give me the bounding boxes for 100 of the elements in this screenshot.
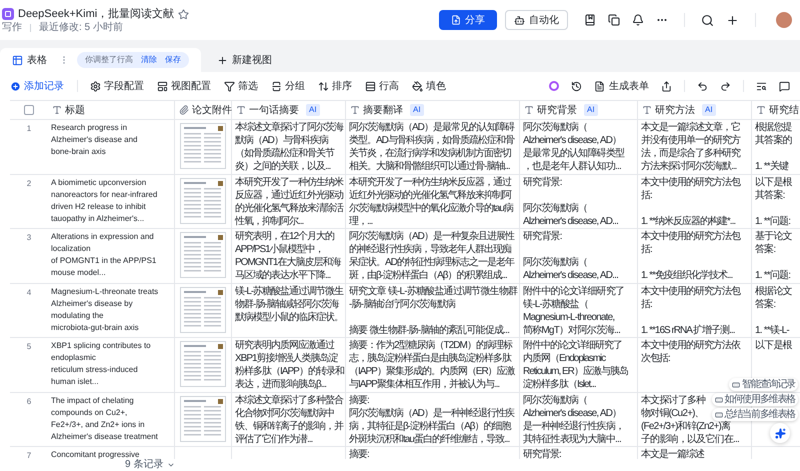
share-icon[interactable] (661, 80, 672, 92)
cell-text-line: 研究文章 镁-L-苏糖酸盐通过调节微生物群 (349, 284, 518, 298)
ai-badge: AI (306, 104, 320, 116)
undo-icon[interactable] (697, 80, 708, 92)
bookmark-icon[interactable] (584, 14, 596, 26)
title-cell-text: Research progress in Alzheimer's disease and bone-brain axis (51, 122, 138, 158)
ai-badge: AI (584, 104, 598, 116)
save-link[interactable]: 保存 (165, 54, 181, 66)
generate-form-button[interactable]: 生成表单 (594, 78, 649, 94)
title-cell-text: XBP1 splicing contributes to endoplasmic reticulum stress-induced human islet... (51, 340, 152, 388)
cell-text-line: 阿尔茨海默病（ (523, 256, 588, 269)
row-number: 6 (26, 396, 32, 408)
table-cell-text: 本文是一篇综述 (641, 448, 706, 459)
row-number: 7 (26, 450, 32, 459)
toolbar-button[interactable]: 排序 (318, 78, 352, 94)
layout-icon (157, 80, 168, 92)
table-cell-text: 阿尔茨海默病（AD）是一种复杂且进展性的神经退行性疾病，导致老年人群出现痴呆症状。AD的特征性病理标志之一是老年斑，由β-淀粉样蛋白（Aβ）的积累组成... (349, 230, 516, 282)
assistant-button[interactable] (770, 423, 790, 443)
row-number: 4 (26, 286, 32, 298)
text-field-icon (756, 105, 766, 115)
column-header[interactable]: 研究背景 (537, 102, 577, 118)
toolbar-button[interactable]: 填色 (412, 78, 446, 94)
cell-text-line: 附件中的论文详细研究了 (523, 284, 624, 298)
view-tab[interactable]: 表格 (12, 52, 47, 68)
document-thumbnail-drawing (180, 396, 226, 442)
cell-text-line: 子的影响，以及它们在... (641, 432, 739, 446)
plus-icon[interactable] (726, 14, 739, 26)
new-view-button[interactable]: 新建视图 (217, 48, 272, 72)
toolbar-button[interactable]: 筛选 (224, 78, 258, 94)
last-modified-text: 最近修改: 5 小时前 (39, 22, 123, 34)
column-header[interactable]: 论文附件 (192, 102, 232, 118)
automation-button[interactable]: 自动化 (505, 10, 568, 30)
cell-text-line: 摘要 微生物群-肠-脑轴的紊乱可能促成... (349, 324, 510, 336)
assistant-suggestion[interactable]: 总结当前多维表格 (712, 408, 798, 421)
rows-icon (365, 80, 376, 92)
form-icon (594, 80, 605, 92)
assistant-suggestion[interactable]: 如何使用多维表格 (712, 393, 798, 406)
table-cell-text: 本文中使用的研究方法包括: 1. **免疫组织化学技术... (641, 230, 742, 282)
toolbar-button[interactable]: 字段配置 (90, 78, 144, 94)
cell-text-line: 以下是根 (755, 339, 792, 352)
copy-icon[interactable] (608, 14, 620, 26)
cell-text-line: 1. **问题: (755, 214, 790, 228)
toolbar-button[interactable]: 行高 (365, 78, 399, 94)
table-cell-text: 本文中使用的研究方法依次包括: (641, 339, 742, 365)
comment-icon[interactable] (779, 80, 790, 92)
cell-text-line: 1. **问题: (755, 269, 790, 282)
column-header[interactable]: 摘要翻译 (363, 102, 403, 118)
table-cell-text: 本综述文章探讨了阿尔茨海默病（AD）与骨科疾病（如骨质疏松症和骨关节炎）之间的关联，以及... (235, 121, 344, 173)
document-thumbnail-drawing (180, 232, 226, 278)
cell-text-line: 阿尔茨海默病（ (523, 202, 588, 214)
history-icon[interactable] (571, 80, 582, 92)
clear-link[interactable]: 清除 (141, 54, 157, 66)
sparkle-icon (774, 428, 786, 438)
row-number: 1 (26, 123, 32, 135)
toolbar-button[interactable]: 添加记录 (10, 78, 64, 94)
star-icon[interactable] (178, 8, 190, 20)
filter-icon (224, 80, 235, 92)
cell-text-line: 答案: (755, 243, 776, 256)
toolbar-button[interactable]: 分组 (271, 78, 305, 94)
redo-icon[interactable] (720, 80, 731, 92)
document-thumbnail-drawing (180, 286, 226, 332)
cell-text-line: (Fe2+/3+)和锌(Zn2+)离 (641, 420, 730, 432)
record-count-dropdown[interactable]: 9 条记录 (125, 459, 176, 471)
cell-text-line: 其特征性表现为大脑中... (523, 432, 621, 446)
cell-text-line: 物对铜(Cu2+)、 (641, 406, 704, 420)
search-list-icon[interactable] (756, 80, 767, 92)
robot-icon (514, 14, 525, 26)
cell-text-line: 其答案: (755, 188, 785, 202)
avatar[interactable] (776, 12, 792, 28)
cell-text-line: 镁-L-苏糖酸盐（ (523, 298, 588, 310)
text-field-icon (52, 105, 62, 115)
column-header[interactable]: 研究结 (769, 102, 799, 118)
cell-text-line: 根据您提 (755, 121, 792, 134)
assistant-suggestion[interactable]: 智能查询记录 (729, 378, 798, 391)
cell-text-line: Alzheimer's disease, AD... (523, 214, 618, 228)
list-icon (732, 380, 740, 388)
title-cell-text: The impact of chelating compounds on Cu2+, Fe2+/3+, and Zn2+ ions in Alzheimer's disease treatment (51, 394, 159, 442)
table-cell-text: 摘要: (349, 448, 370, 459)
cell-text-line: 1. **关键 (755, 160, 788, 173)
gear-icon (90, 80, 101, 92)
toolbar-button[interactable]: 视图配置 (157, 78, 211, 94)
add-icon (10, 80, 21, 92)
paperclip-icon (179, 105, 189, 115)
chevron-down-icon (167, 461, 176, 469)
search-icon[interactable] (701, 14, 714, 26)
cell-text-line: Magnesium-L-threonate, (523, 310, 614, 324)
document-title: DeepSeek+Kimi，批量阅读文献 (18, 6, 174, 22)
plus-icon (217, 54, 228, 66)
table-cell-text: 本综述文章探讨了多种螯合化合物对阿尔茨海默病中铁、铜和锌离子的影响，并评估了它们作为潜... (235, 394, 344, 446)
table-cell-text: 摘要：作为2型糖尿病（T2DM）的病理标志，胰岛淀粉样蛋白是由胰岛淀粉样多肽（IAPP）聚集形成的。内质网（ER）应激与IAPP聚集体相互作用，并被认为与... (349, 339, 516, 391)
column-header[interactable]: 一句话摘要 (249, 102, 299, 118)
column-header[interactable]: 标题 (65, 102, 85, 118)
cell-text-line: 阿尔茨海默病（ (523, 121, 588, 134)
cell-text-line: 研究背景: (523, 230, 562, 243)
share-button[interactable]: 分享 (439, 10, 497, 30)
bell-icon[interactable] (632, 14, 644, 26)
cell-text-line: Alzheimer's disease, AD） (523, 134, 622, 147)
select-all-checkbox[interactable] (24, 105, 34, 115)
column-header[interactable]: 研究方法 (655, 102, 695, 118)
ring-icon[interactable] (549, 81, 559, 91)
